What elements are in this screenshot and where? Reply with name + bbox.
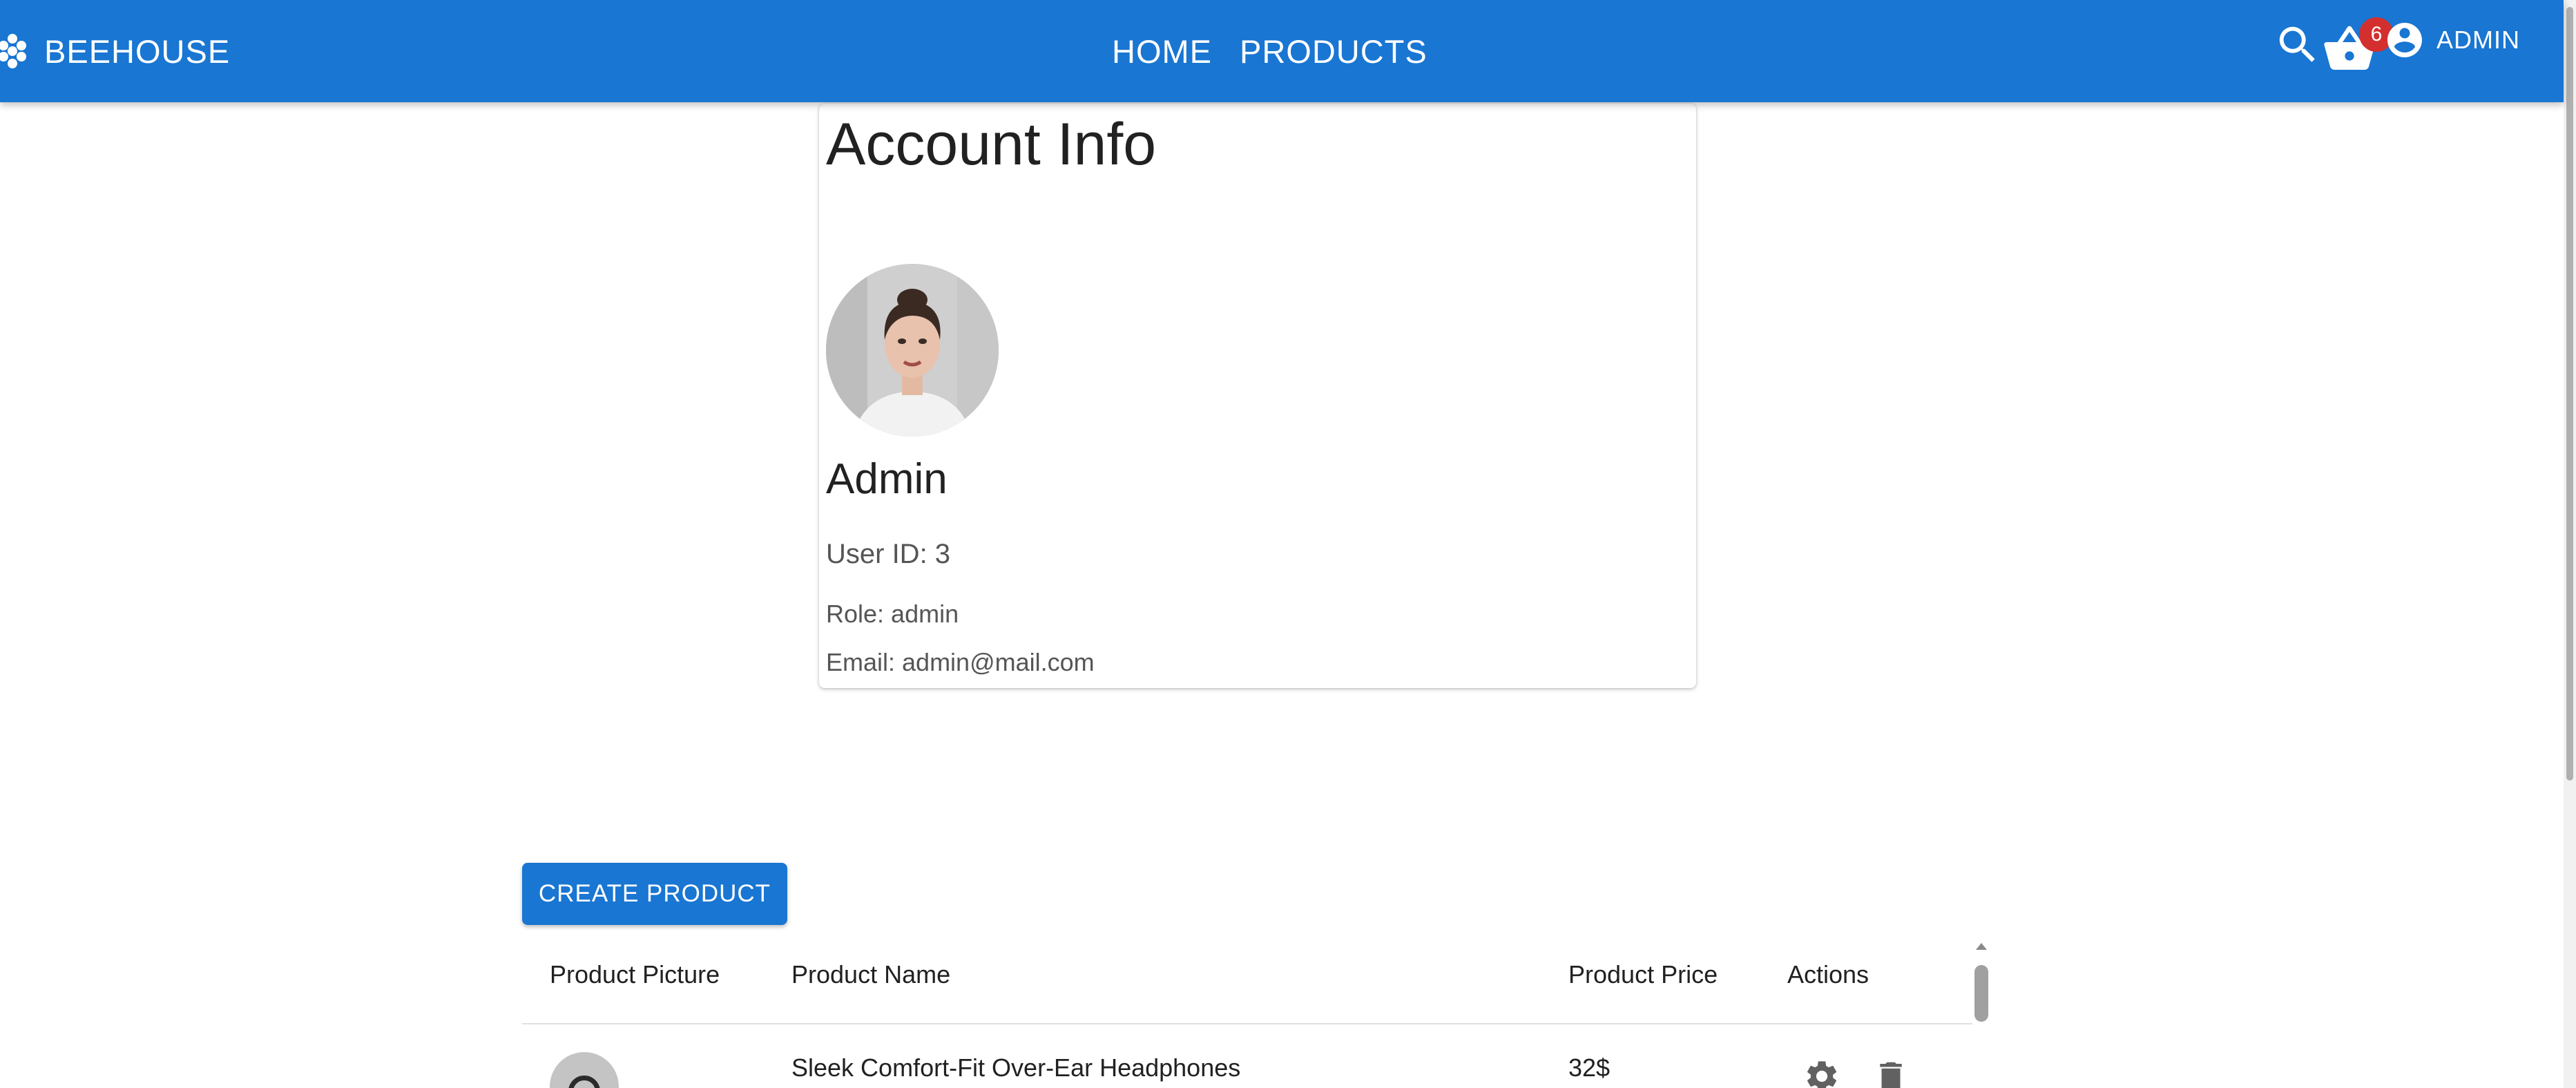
avatar <box>826 264 999 437</box>
account-circle-icon <box>2387 23 2422 57</box>
page-title: Account Info <box>826 111 1157 178</box>
user-name: Admin <box>826 455 948 503</box>
table-scrollbar[interactable] <box>1972 929 1991 1088</box>
headphones-image-icon <box>568 1076 600 1088</box>
user-id: User ID: 3 <box>826 539 951 569</box>
product-thumbnail <box>550 1052 619 1088</box>
create-product-button[interactable]: CREATE PRODUCT <box>522 863 787 925</box>
column-header-actions: Actions <box>1787 960 1869 989</box>
table-scrollbar-thumb[interactable] <box>1974 965 1988 1022</box>
table-header: Product Picture Product Name Product Pri… <box>522 929 1972 1024</box>
brand[interactable]: BEEHOUSE <box>0 21 230 82</box>
account-info-card: Account Info Admin User ID: 3 Role: admi… <box>819 104 1696 688</box>
product-price: 32$ <box>1568 1053 1611 1082</box>
page-scrollbar-thumb[interactable] <box>2566 7 2573 781</box>
page-scrollbar[interactable] <box>2564 0 2576 1088</box>
gear-icon[interactable] <box>1803 1058 1840 1088</box>
search-icon <box>2279 26 2315 62</box>
column-header-name: Product Name <box>791 960 951 989</box>
product-name: Sleek Comfort-Fit Over-Ear Headphones <box>791 1053 1241 1082</box>
trash-icon[interactable] <box>1872 1058 1910 1088</box>
scroll-up-arrow-icon[interactable] <box>1972 936 1991 955</box>
main-nav: HOME PRODUCTS <box>1112 21 1428 82</box>
brand-name: BEEHOUSE <box>44 32 231 70</box>
header-tools: 6 ADMIN <box>2274 0 2564 102</box>
hexagon-logo-icon <box>0 34 26 68</box>
nav-home[interactable]: HOME <box>1112 32 1212 70</box>
column-header-picture: Product Picture <box>550 960 720 989</box>
user-email: Email: admin@mail.com <box>826 648 1095 676</box>
user-role: Role: admin <box>826 600 959 628</box>
products-table: Product Picture Product Name Product Pri… <box>522 929 1993 1088</box>
search-button[interactable] <box>2274 21 2322 69</box>
column-header-price: Product Price <box>1568 960 1718 989</box>
app-bar: BEEHOUSE HOME PRODUCTS 6 ADMIN <box>0 0 2564 102</box>
cart-button[interactable]: 6 <box>2322 17 2394 73</box>
account-button[interactable]: ADMIN <box>2384 19 2520 61</box>
account-label: ADMIN <box>2436 26 2520 54</box>
avatar-portrait-icon <box>826 264 999 437</box>
nav-products[interactable]: PRODUCTS <box>1240 32 1428 70</box>
